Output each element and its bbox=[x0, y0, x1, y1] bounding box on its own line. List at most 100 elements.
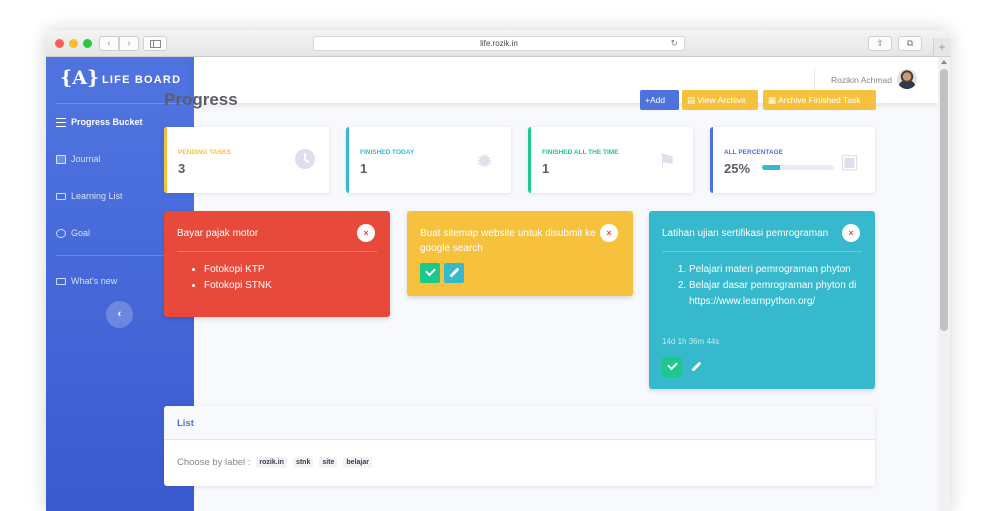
task-title: Buat sitemap website untuk disubmit ke g… bbox=[420, 228, 596, 254]
task-divider bbox=[177, 251, 377, 252]
pencil-icon bbox=[691, 361, 702, 372]
complete-task-button[interactable] bbox=[420, 263, 440, 283]
archive-finished-button[interactable]: ▦ Archive Finished Task bbox=[763, 90, 876, 110]
sidebar-item-label: Goal bbox=[71, 228, 91, 238]
add-task-button[interactable]: +Add bbox=[640, 90, 679, 110]
address-bar[interactable]: life.rozik.in ↻ bbox=[313, 36, 685, 51]
page-title: Progress bbox=[164, 90, 238, 109]
task-card: Buat sitemap website untuk disubmit ke g… bbox=[407, 211, 633, 296]
sidebar-item-label: Progress Bucket bbox=[71, 117, 143, 127]
list-icon bbox=[56, 117, 66, 127]
sidebar-item-goal[interactable]: Goal bbox=[56, 228, 90, 238]
pencil-icon bbox=[449, 267, 460, 278]
stat-value: 3 bbox=[178, 161, 186, 176]
close-icon[interactable]: × bbox=[357, 224, 375, 242]
url-text: life.rozik.in bbox=[480, 39, 518, 48]
percentage-progress-bar bbox=[762, 165, 834, 170]
label-tag-stnk[interactable]: stnk bbox=[292, 457, 314, 468]
view-archive-button[interactable]: ▤ View Archive bbox=[682, 90, 758, 110]
maximize-window-button[interactable] bbox=[83, 39, 92, 48]
task-checklist: Fotokopi KTP Fotokopi STNK bbox=[204, 262, 272, 294]
sidebar-item-learning-list[interactable]: Learning List bbox=[56, 191, 123, 201]
sidebar-item-journal[interactable]: Journal bbox=[56, 154, 101, 164]
target-icon bbox=[56, 228, 66, 238]
task-card: Bayar pajak motor × Fotokopi KTP Fotokop… bbox=[164, 211, 390, 317]
stat-card-percentage: ALL PERCENTAGE 25% ▣ bbox=[710, 127, 875, 193]
list-item: Belajar dasar pemrograman phyton di http… bbox=[689, 278, 859, 310]
stat-card-pending: PENDING TASKS 3 bbox=[164, 127, 329, 193]
sidebar-item-progress-bucket[interactable]: Progress Bucket bbox=[56, 117, 143, 127]
task-checklist: Pelajari materi pemrograman phyton Belaj… bbox=[689, 262, 859, 310]
list-item: Pelajari materi pemrograman phyton bbox=[689, 262, 859, 278]
stat-accent-bar bbox=[164, 127, 167, 193]
reload-icon[interactable]: ↻ bbox=[670, 37, 678, 50]
stat-value: 1 bbox=[542, 161, 550, 176]
stat-card-finished-all: FINISHED ALL THE TIME 1 ⚑ bbox=[528, 127, 693, 193]
scroll-up-icon[interactable] bbox=[941, 60, 947, 64]
stat-card-finished-today: FINISHED TODAY 1 ✹ bbox=[346, 127, 511, 193]
share-icon[interactable]: ⇧ bbox=[868, 36, 892, 51]
avatar[interactable] bbox=[897, 69, 917, 89]
close-window-button[interactable] bbox=[55, 39, 64, 48]
stat-label: PENDING TASKS bbox=[178, 149, 231, 156]
book-icon bbox=[56, 154, 66, 164]
sun-icon: ✹ bbox=[476, 151, 493, 173]
newspaper-icon bbox=[56, 277, 66, 285]
laptop-icon bbox=[56, 192, 66, 200]
edit-task-button[interactable] bbox=[686, 357, 706, 377]
stat-accent-bar bbox=[710, 127, 713, 193]
user-name[interactable]: Rozikin Achmad bbox=[831, 75, 892, 85]
minimize-window-button[interactable] bbox=[69, 39, 78, 48]
checkered-flag-icon: ⚑ bbox=[658, 151, 676, 173]
task-timer: 14d 1h 36m 44s bbox=[662, 337, 720, 346]
brand-name: LIFE BOARD bbox=[102, 74, 182, 86]
back-icon[interactable]: ‹ bbox=[99, 36, 119, 51]
browser-titlebar: ‹ › life.rozik.in ↻ ⇧ ⧉ bbox=[46, 30, 950, 57]
list-card: List Choose by label : rozik.in stnk sit… bbox=[164, 406, 875, 486]
scrollbar[interactable] bbox=[938, 57, 950, 511]
label-tag-rozik[interactable]: rozik.in bbox=[256, 457, 287, 468]
scroll-thumb[interactable] bbox=[940, 69, 948, 331]
clock-icon bbox=[295, 149, 315, 169]
close-icon[interactable]: × bbox=[600, 224, 618, 242]
list-item: Fotokopi KTP bbox=[204, 262, 272, 278]
stat-label: FINISHED TODAY bbox=[360, 149, 415, 156]
calendar-icon: ▤ bbox=[687, 95, 696, 105]
sidebar-item-label: Journal bbox=[71, 154, 101, 164]
view-archive-label: View Archive bbox=[697, 95, 746, 105]
close-icon[interactable]: × bbox=[842, 224, 860, 242]
task-title: Latihan ujian sertifikasi pemrograman bbox=[662, 228, 829, 239]
topbar-divider bbox=[814, 69, 815, 91]
sidebar-toggle-icon[interactable] bbox=[143, 36, 167, 51]
list-card-header: List bbox=[164, 406, 875, 440]
label-filter: Choose by label : rozik.in stnk site bel… bbox=[177, 457, 372, 468]
brand-logo-icon: {A} bbox=[60, 67, 100, 89]
label-tag-site[interactable]: site bbox=[319, 457, 338, 468]
stat-accent-bar bbox=[346, 127, 349, 193]
task-title: Bayar pajak motor bbox=[177, 228, 259, 239]
progress-fill bbox=[762, 165, 780, 170]
stat-value: 25% bbox=[724, 161, 751, 176]
task-divider bbox=[662, 251, 862, 252]
new-tab-button[interactable]: + bbox=[933, 38, 950, 56]
list-item: Fotokopi STNK bbox=[204, 278, 272, 294]
edit-task-button[interactable] bbox=[444, 263, 464, 283]
task-card: Latihan ujian sertifikasi pemrograman × … bbox=[649, 211, 875, 389]
list-card-title: List bbox=[177, 418, 194, 429]
tabs-overview-icon[interactable]: ⧉ bbox=[898, 36, 922, 51]
sidebar-item-label: What's new bbox=[71, 276, 118, 286]
stat-accent-bar bbox=[528, 127, 531, 193]
sidebar-item-whats-new[interactable]: What's new bbox=[56, 276, 117, 286]
complete-task-button[interactable] bbox=[662, 357, 682, 377]
label-tag-belajar[interactable]: belajar bbox=[343, 457, 372, 468]
sidebar-collapse-button[interactable]: ‹ bbox=[106, 301, 133, 328]
archive-finished-label: Archive Finished Task bbox=[777, 95, 861, 105]
forward-icon[interactable]: › bbox=[119, 36, 139, 51]
boxes-icon: ▦ bbox=[768, 95, 777, 105]
sidebar-item-label: Learning List bbox=[71, 191, 123, 201]
stat-label: ALL PERCENTAGE bbox=[724, 149, 783, 156]
choose-label-text: Choose by label : bbox=[177, 457, 251, 468]
stat-label: FINISHED ALL THE TIME bbox=[542, 149, 619, 156]
clipboard-icon: ▣ bbox=[840, 151, 859, 173]
stat-value: 1 bbox=[360, 161, 368, 176]
